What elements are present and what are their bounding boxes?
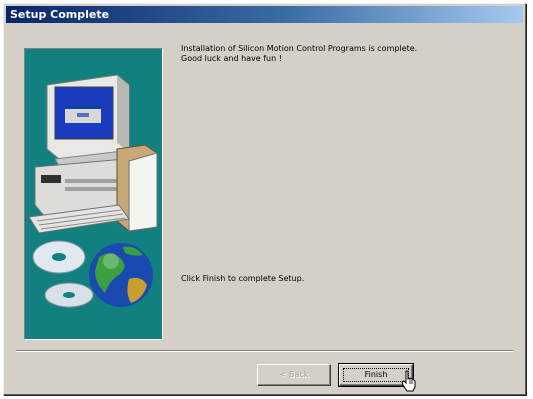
window-title: Setup Complete (10, 8, 110, 21)
title-bar[interactable]: Setup Complete (6, 6, 523, 23)
setup-illustration (24, 48, 163, 340)
back-button[interactable]: < Back (257, 364, 331, 386)
hand-pointer-icon (401, 370, 416, 392)
setup-complete-dialog: Setup Complete Installation of Silicon M… (3, 3, 526, 395)
finish-instruction: Click Finish to complete Setup. (181, 274, 305, 283)
finish-button-label: Finish (364, 370, 388, 379)
message-line-2: Good luck and have fun ! (181, 54, 282, 63)
computer-and-disc-illustration-icon (28, 74, 158, 308)
message-line-1: Installation of Silicon Motion Control P… (181, 44, 418, 53)
completion-message: Installation of Silicon Motion Control P… (181, 44, 511, 64)
button-separator (16, 350, 513, 352)
